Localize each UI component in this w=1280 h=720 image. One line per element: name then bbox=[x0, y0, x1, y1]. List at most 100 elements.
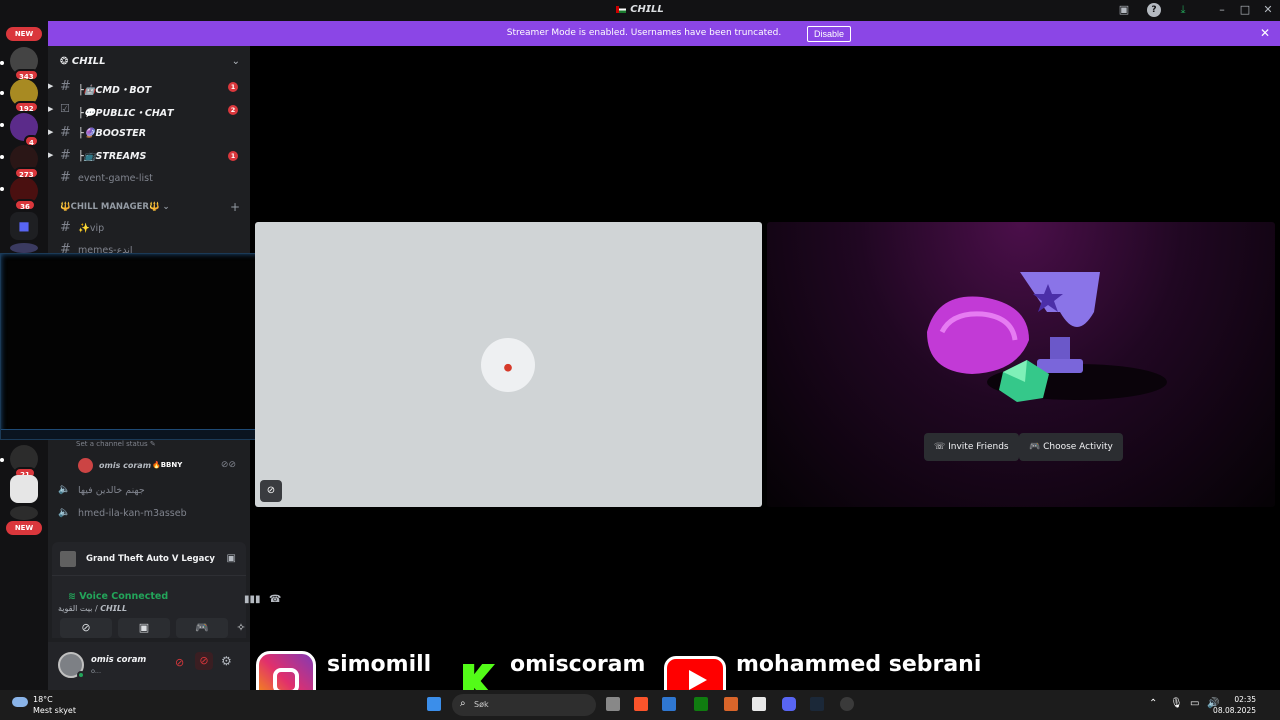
discord-icon[interactable] bbox=[782, 697, 796, 711]
activity-tile: ☏ Invite Friends 🎮 Choose Activity bbox=[767, 222, 1275, 507]
avatar bbox=[481, 338, 535, 392]
voice-channel-label: جهنم خالدين فيها bbox=[78, 485, 145, 496]
unread-arrow-icon: ▶ bbox=[48, 82, 54, 90]
unread-pill bbox=[0, 155, 4, 159]
voice-channel-1[interactable]: 🔈 جهنم خالدين فيها bbox=[58, 480, 248, 500]
taskbar: 18°C Mest skyet ⌕ Søk ⌃ 🎙 ▭ 🔊 02:35 08.0… bbox=[0, 690, 1280, 720]
task-view-icon[interactable] bbox=[606, 697, 620, 711]
edge-icon[interactable] bbox=[662, 697, 676, 711]
brave-icon[interactable] bbox=[634, 697, 648, 711]
chevron-down-icon[interactable]: ⌄ bbox=[232, 56, 240, 67]
invite-friends-button[interactable]: ☏ Invite Friends bbox=[924, 433, 1019, 461]
new-badge-top: NEW bbox=[6, 27, 42, 41]
search-box[interactable]: ⌕ Søk bbox=[452, 694, 596, 716]
display-icon[interactable]: ▭ bbox=[1190, 698, 1199, 709]
voice-location[interactable]: بيت القوية / 𝘾𝙃𝙄𝙇𝙇 bbox=[58, 604, 127, 613]
close-banner-icon[interactable]: ✕ bbox=[1260, 26, 1270, 40]
download-icon[interactable]: ⤓ bbox=[1176, 3, 1190, 17]
server-icon-9[interactable] bbox=[10, 506, 38, 520]
xbox-icon[interactable] bbox=[694, 697, 708, 711]
game-controller-icon: 🎮 bbox=[1029, 442, 1044, 452]
channel-item-booster[interactable]: ▶ # ├🔮𝘽𝙊𝙊𝙎𝙏𝙀𝙍 bbox=[48, 123, 250, 143]
server-icon-6[interactable] bbox=[10, 243, 38, 253]
channel-label: ├🔮𝘽𝙊𝙊𝙎𝙏𝙀𝙍 bbox=[78, 128, 147, 139]
speaker-icon: 🔈 bbox=[58, 484, 71, 495]
maximize-icon[interactable]: □ bbox=[1238, 3, 1252, 17]
server-icon-1[interactable]: 343 bbox=[10, 47, 39, 81]
voice-channel-label: hmed-ila-kan-m3asseb bbox=[78, 508, 187, 519]
window-title: 𝘾𝙃𝙄𝙇𝙇 bbox=[0, 4, 1280, 15]
chevron-down-icon: ⌄ bbox=[162, 202, 170, 212]
server-icon-2[interactable]: 192 bbox=[10, 79, 39, 113]
game-name: Grand Theft Auto V Legacy bbox=[86, 554, 215, 564]
video-tile-user[interactable]: ⊘ bbox=[255, 222, 762, 507]
minimize-icon[interactable]: – bbox=[1215, 3, 1229, 17]
category-header[interactable]: 🔱CHILL MANAGER🔱 ⌄ bbox=[60, 202, 170, 212]
clock[interactable]: 02:35 08.08.2025 bbox=[1213, 694, 1256, 716]
camera-off-button[interactable]: ⊘ bbox=[60, 618, 112, 638]
screen-share-button[interactable]: ▣ bbox=[118, 618, 170, 638]
channel-item-vip[interactable]: # ✨vip bbox=[48, 218, 250, 238]
headphones-deafened-icon[interactable]: ⊘ bbox=[195, 652, 213, 670]
user-name: omis coram bbox=[91, 655, 147, 665]
soundboard-button[interactable]: ✧ bbox=[234, 618, 248, 638]
gear-icon[interactable]: ⚙ bbox=[221, 654, 232, 668]
voice-user[interactable]: omis coram 🔥BBNY ⊘⊘ bbox=[78, 457, 248, 475]
channel-status-input[interactable]: Set a channel status ✎ bbox=[76, 440, 244, 448]
server-icon-7[interactable]: 21 bbox=[10, 445, 38, 479]
noise-suppression-icon[interactable]: ▮▮▮ bbox=[244, 594, 261, 605]
server-icon-4[interactable]: 273 bbox=[10, 145, 39, 179]
chevron-up-icon[interactable]: ⌃ bbox=[1149, 698, 1157, 709]
channel-item-public-chat[interactable]: ▶ ☑ ├💬𝙋𝙐𝘽𝙇𝙄𝘾・𝘾𝙃𝘼𝙏 2 bbox=[48, 100, 250, 120]
channel-mention-count: 1 bbox=[228, 82, 238, 92]
hash-icon: # bbox=[60, 170, 71, 185]
app-icon[interactable] bbox=[724, 697, 738, 711]
game-icon bbox=[60, 551, 76, 567]
voice-channel-2[interactable]: 🔈 hmed-ila-kan-m3asseb bbox=[58, 503, 248, 523]
hash-icon: # bbox=[60, 148, 71, 163]
stream-game-icon[interactable]: ▣ bbox=[227, 553, 236, 564]
user-status: o... bbox=[91, 667, 102, 675]
mention-badge: 192 bbox=[14, 101, 39, 113]
streamer-mode-banner: Streamer Mode is enabled. Usernames have… bbox=[48, 21, 1280, 46]
close-window-icon[interactable]: ✕ bbox=[1261, 3, 1275, 17]
youtube-handle: mohammed sebrani bbox=[736, 652, 982, 677]
disconnect-icon[interactable]: ☎ bbox=[269, 594, 281, 605]
search-placeholder: Søk bbox=[474, 700, 489, 709]
disable-streamer-mode-button[interactable]: Disable bbox=[807, 26, 852, 42]
channel-item-streams[interactable]: ▶ # ├📺𝙎𝙏𝙍𝙀𝘼𝙈𝙎 1 bbox=[48, 146, 250, 166]
voice-user-tag: 🔥BBNY bbox=[152, 461, 183, 469]
channel-item-cmd-bot[interactable]: ▶ # ├🤖𝘾𝙈𝘿・𝘽𝙊𝙏 1 bbox=[48, 77, 250, 97]
search-icon: ⌕ bbox=[460, 698, 466, 709]
server-icon-8[interactable] bbox=[10, 475, 38, 503]
unread-pill bbox=[0, 61, 4, 65]
avatar bbox=[78, 458, 93, 473]
server-icon-5[interactable]: 36 bbox=[10, 177, 38, 211]
new-badge-bottom: NEW bbox=[6, 521, 42, 535]
store-icon[interactable] bbox=[752, 697, 766, 711]
folder-icon[interactable]: ■ bbox=[10, 212, 38, 240]
channel-label: event-game-list bbox=[78, 173, 153, 184]
steam-icon[interactable] bbox=[810, 697, 824, 711]
activity-button[interactable]: 🎮 bbox=[176, 618, 228, 638]
start-icon[interactable] bbox=[427, 697, 441, 711]
chatgpt-icon[interactable] bbox=[840, 697, 854, 711]
channel-mention-count: 1 bbox=[228, 151, 238, 161]
add-channel-icon[interactable]: + bbox=[230, 200, 240, 214]
cloud-icon bbox=[12, 697, 28, 707]
channel-item-event-game-list[interactable]: # event-game-list bbox=[48, 168, 250, 188]
channel-label: ├📺𝙎𝙏𝙍𝙀𝘼𝙈𝙎 bbox=[78, 151, 147, 162]
help-icon[interactable]: ? bbox=[1147, 3, 1161, 17]
unread-arrow-icon: ▶ bbox=[48, 105, 54, 113]
instagram-handle: simomill bbox=[327, 652, 432, 677]
clock-time: 02:35 bbox=[1234, 695, 1256, 704]
mic-muted-icon[interactable]: ⊘ bbox=[175, 656, 184, 669]
server-icon-3[interactable]: 4 bbox=[10, 113, 39, 147]
screen-share-icon[interactable]: ▣ bbox=[1117, 3, 1131, 17]
microphone-icon[interactable]: 🎙 bbox=[1170, 698, 1183, 709]
kick-handle: omiscoram bbox=[510, 652, 646, 677]
hash-icon: # bbox=[60, 220, 71, 235]
guild-name[interactable]: ❂ 𝘾𝙃𝙄𝙇𝙇 bbox=[60, 56, 105, 67]
choose-activity-button[interactable]: 🎮 Choose Activity bbox=[1019, 433, 1123, 461]
hash-icon: # bbox=[60, 125, 71, 140]
